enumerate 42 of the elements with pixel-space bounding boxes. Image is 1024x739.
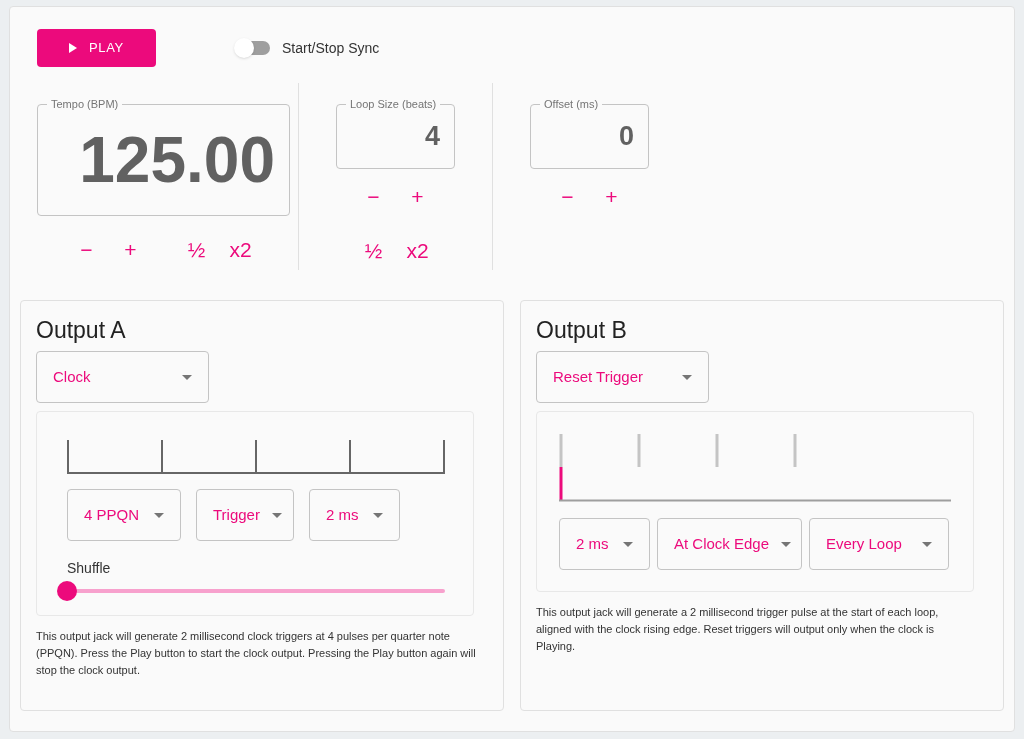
switch-label: Start/Stop Sync xyxy=(282,38,380,58)
slider-thumb[interactable] xyxy=(57,581,77,601)
dropdown-select[interactable]: 2 ms xyxy=(309,489,400,541)
play-icon xyxy=(69,43,78,53)
field-value: 0 xyxy=(618,120,634,154)
play-button[interactable]: PLAY xyxy=(37,29,156,67)
adjust-button[interactable]: − xyxy=(351,181,396,211)
adjust-button[interactable]: x2 xyxy=(218,234,263,264)
field-label: Offset (ms) xyxy=(540,97,603,111)
dropdown-caret-icon xyxy=(922,541,932,547)
dropdown-caret-icon xyxy=(271,512,282,518)
field-value: 125.00 xyxy=(79,123,275,198)
adjust-button[interactable]: + xyxy=(395,181,440,211)
dropdown-caret-icon xyxy=(781,541,792,547)
field-label: Tempo (BPM) xyxy=(47,97,123,111)
dropdown-caret-icon xyxy=(154,512,164,518)
adjust-button[interactable]: + xyxy=(108,234,153,264)
output-description: This output jack will generate a 2 millisecond trigger pulse at the start of each loop, aligned with the clock rising edge. Reset triggers will output only when the clock is Playing. xyxy=(536,605,940,654)
sync-switch[interactable] xyxy=(236,41,270,55)
field-value: 4 xyxy=(424,120,440,154)
dropdown-caret-icon xyxy=(623,541,633,547)
adjust-button[interactable]: ½ xyxy=(351,235,396,265)
output-title: Output B xyxy=(536,316,628,345)
dropdown-caret-icon xyxy=(182,374,192,380)
dropdown-select[interactable]: Every Loop xyxy=(809,518,949,570)
adjust-button[interactable]: − xyxy=(64,234,109,264)
dropdown-select[interactable]: At Clock Edge xyxy=(657,518,802,570)
slider-label: Shuffle xyxy=(67,559,112,578)
dropdown-select[interactable]: 4 PPQN xyxy=(67,489,181,541)
adjust-button[interactable]: ½ xyxy=(174,234,219,264)
dropdown-select[interactable]: Reset Trigger xyxy=(536,351,709,403)
adjust-button[interactable]: − xyxy=(545,181,590,211)
dropdown-select[interactable]: Clock xyxy=(36,351,209,403)
output-title: Output A xyxy=(36,316,127,345)
dropdown-caret-icon xyxy=(682,374,692,380)
output-description: This output jack will generate 2 millisecond clock triggers at 4 pulses per quarter note (PPQN). Press the Play button to start the clock output. Pressing the Play button again will stop the clock output. xyxy=(36,629,476,678)
dropdown-select[interactable]: 2 ms xyxy=(559,518,650,570)
adjust-button[interactable]: x2 xyxy=(395,235,440,265)
dropdown-select[interactable]: Trigger xyxy=(196,489,294,541)
adjust-button[interactable]: + xyxy=(589,181,634,211)
field-label: Loop Size (beats) xyxy=(346,97,441,111)
dropdown-caret-icon xyxy=(373,512,383,518)
